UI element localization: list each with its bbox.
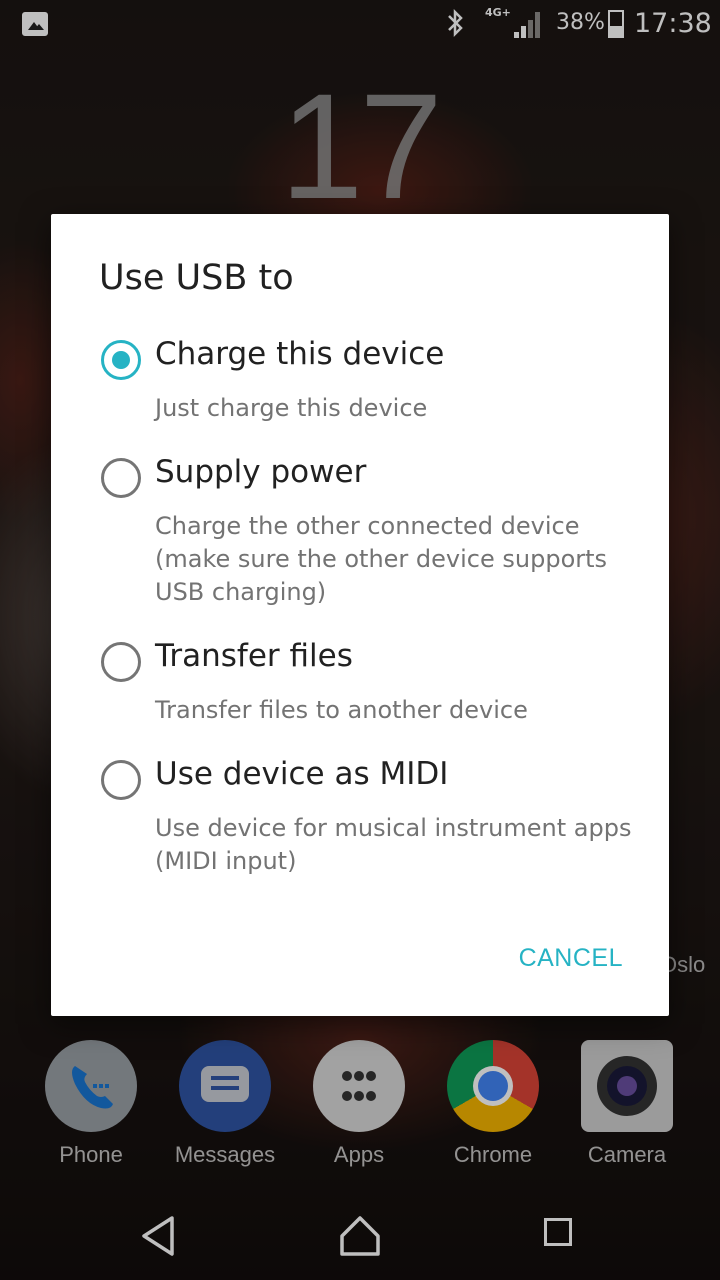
radio-button-icon[interactable] bbox=[101, 642, 141, 682]
option-description: Charge the other connected device (make … bbox=[155, 512, 608, 606]
option-description: Just charge this device bbox=[155, 394, 428, 422]
option-title: Charge this device bbox=[155, 336, 445, 372]
dialog-title: Use USB to bbox=[99, 258, 294, 298]
option-title: Use device as MIDI bbox=[155, 756, 449, 792]
radio-button-selected-icon[interactable] bbox=[101, 340, 141, 380]
radio-button-icon[interactable] bbox=[101, 760, 141, 800]
option-title: Transfer files bbox=[155, 638, 353, 674]
option-description: Transfer files to another device bbox=[155, 696, 528, 724]
cancel-button[interactable]: CANCEL bbox=[519, 944, 623, 973]
option-title: Supply power bbox=[155, 454, 367, 490]
option-description: Use device for musical instrument apps (… bbox=[155, 814, 632, 875]
usb-options-dialog: Use USB to Charge this device Just charg… bbox=[51, 214, 669, 1016]
radio-button-icon[interactable] bbox=[101, 458, 141, 498]
